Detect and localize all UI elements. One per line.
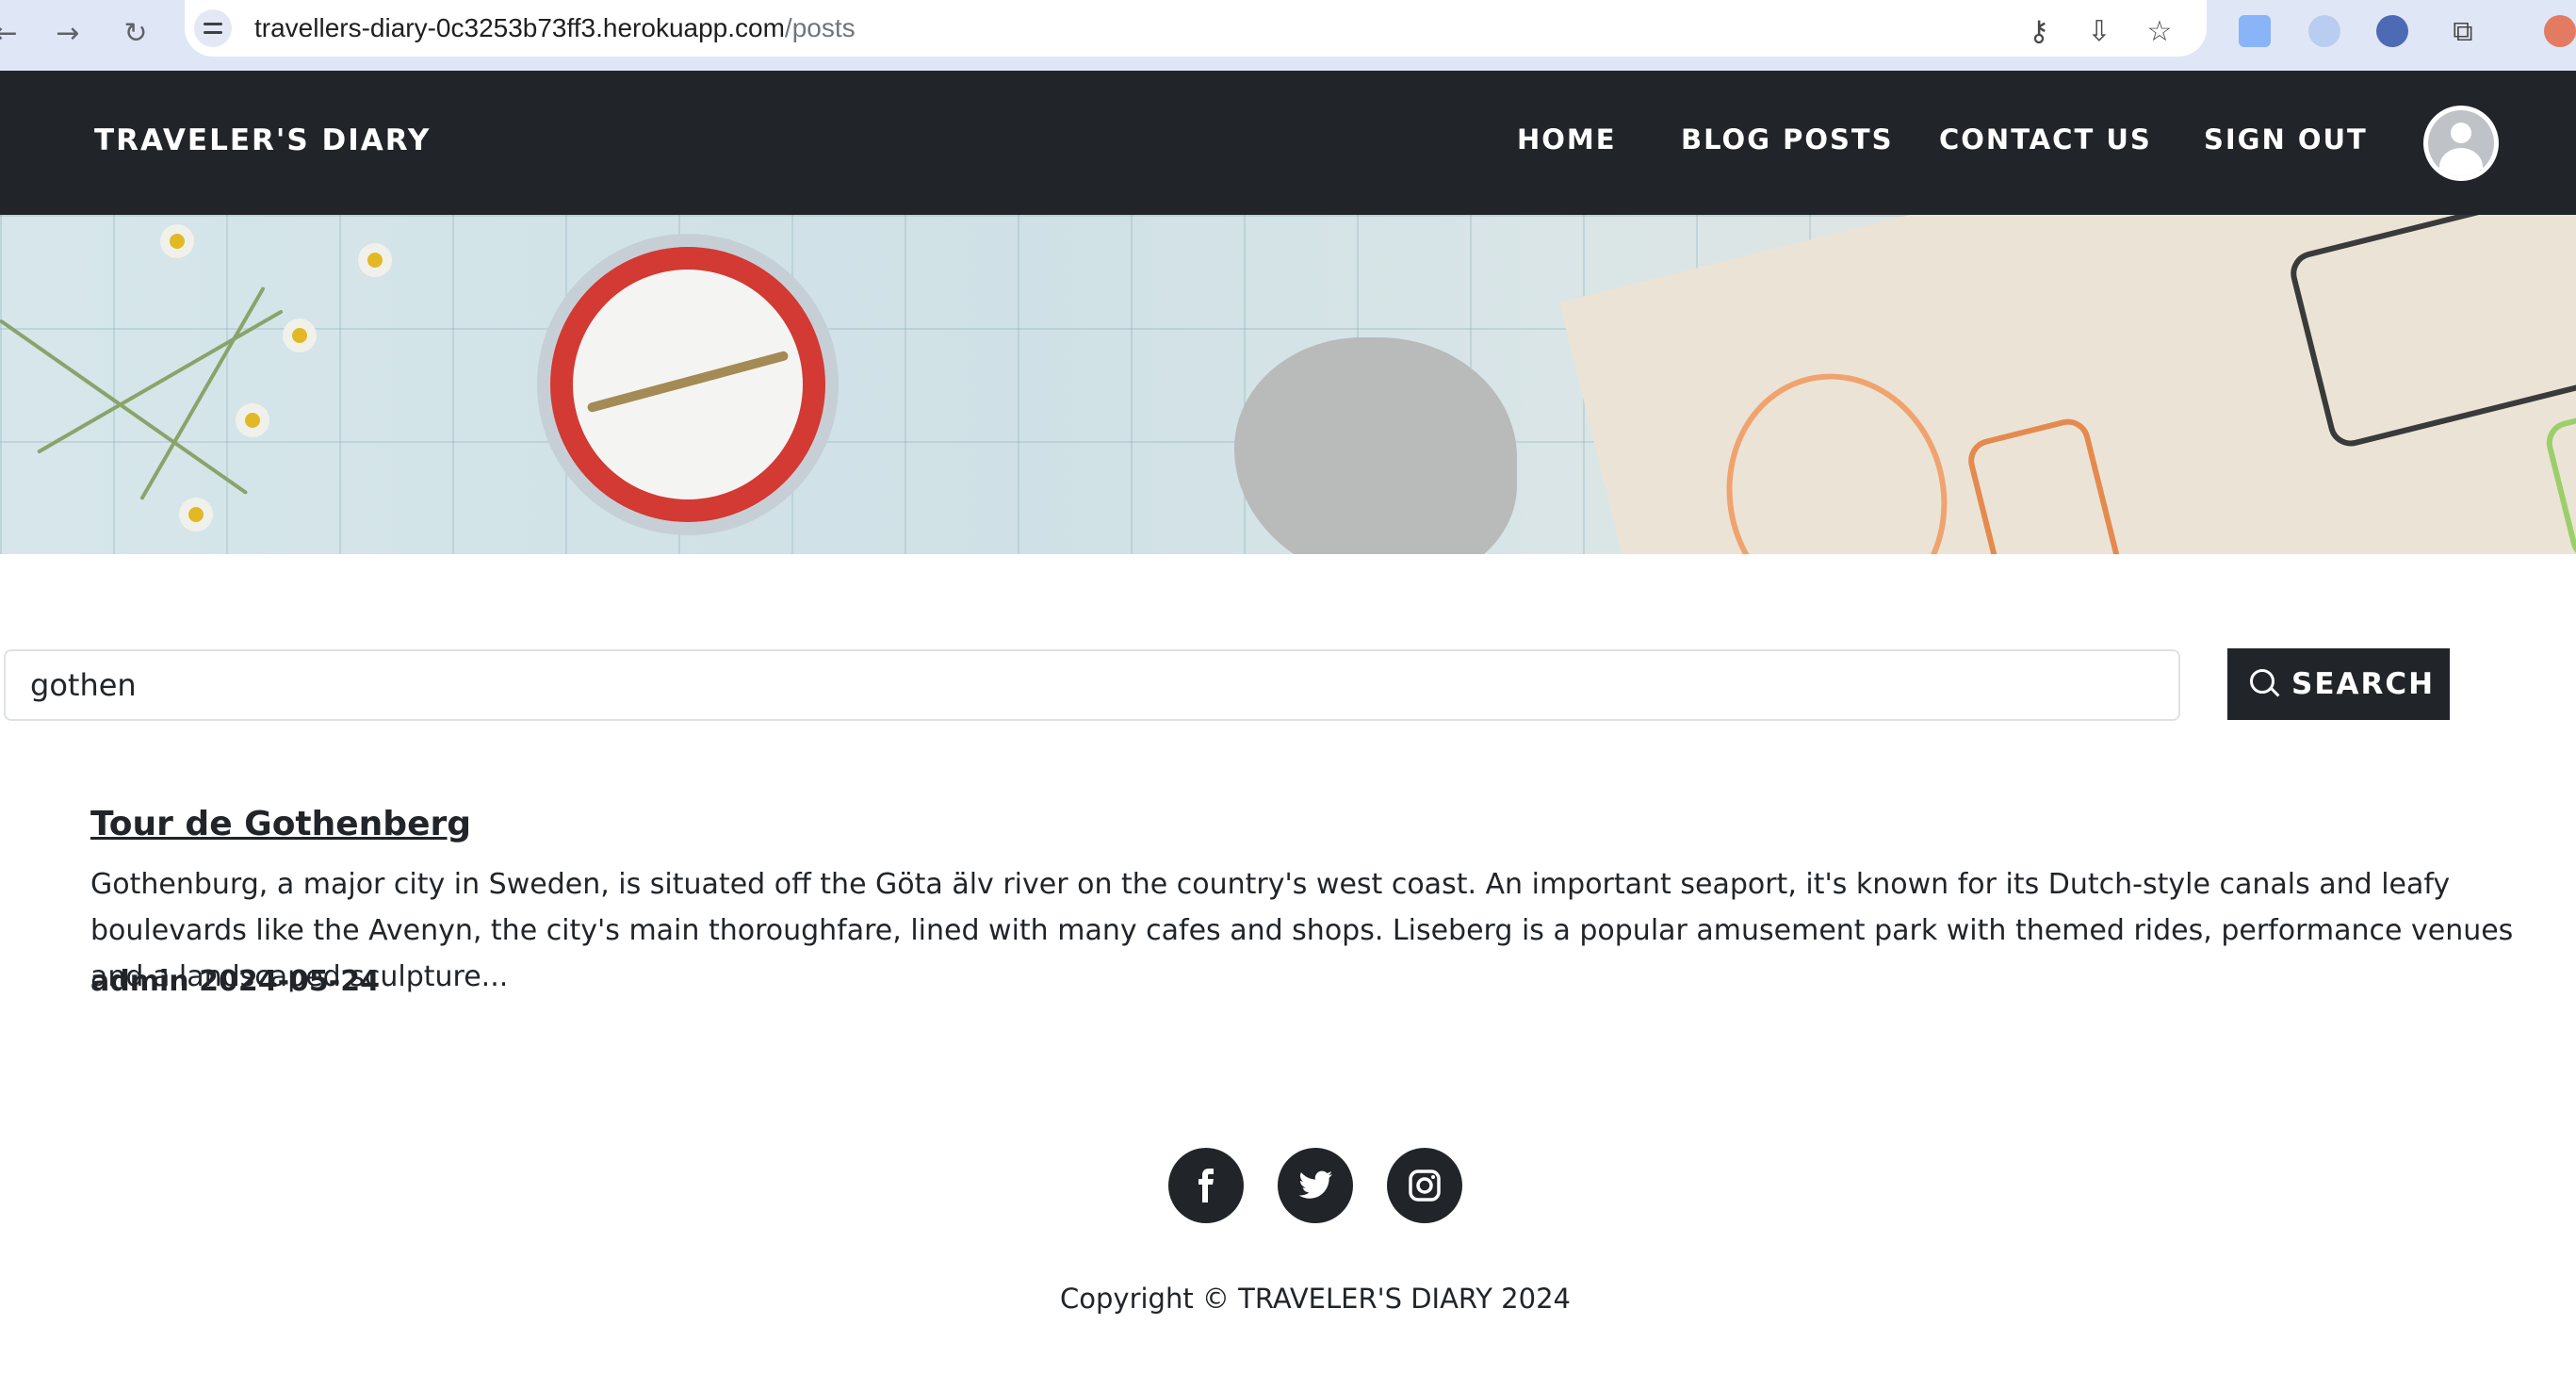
forward-icon[interactable]: → <box>49 15 87 53</box>
passport-stamps-image <box>1558 215 2576 554</box>
post-meta: admin 2024-05-24 <box>90 965 380 998</box>
url-text: travellers-diary-0c3253b73ff3.herokuapp.… <box>254 9 856 47</box>
post-author: admin <box>90 965 189 998</box>
extensions-puzzle-icon[interactable]: ⧉ <box>2442 11 2484 53</box>
password-key-icon[interactable]: ⚷ <box>2018 11 2060 53</box>
url-path: /posts <box>784 13 856 42</box>
translate-extension-icon[interactable] <box>2239 15 2271 47</box>
compass-image <box>537 234 839 535</box>
search-button[interactable]: SEARCH <box>2227 648 2450 720</box>
search-icon <box>2250 669 2274 694</box>
post-date: 2024-05-24 <box>199 965 380 998</box>
nav-blog-posts[interactable]: BLOG POSTS <box>1681 123 1894 155</box>
extension-icon[interactable] <box>2308 15 2340 47</box>
copyright-text: Copyright © TRAVELER'S DIARY 2024 <box>1060 1283 1571 1315</box>
search-input[interactable] <box>4 649 2180 721</box>
post-excerpt: Gothenburg, a major city in Sweden, is s… <box>90 868 2514 993</box>
post-title-link[interactable]: Tour de Gothenberg <box>90 805 471 843</box>
address-bar[interactable]: travellers-diary-0c3253b73ff3.herokuapp.… <box>185 0 2207 57</box>
search-button-label: SEARCH <box>2291 667 2436 701</box>
back-icon[interactable]: ← <box>0 15 24 53</box>
extension-icon[interactable] <box>2376 15 2408 47</box>
nav-home[interactable]: HOME <box>1517 123 1617 155</box>
nav-contact-us[interactable]: CONTACT US <box>1939 123 2152 155</box>
twitter-icon[interactable] <box>1278 1148 1353 1223</box>
browser-toolbar: ← → ↻ travellers-diary-0c3253b73ff3.hero… <box>0 0 2576 71</box>
site-navbar: TRAVELER'S DIARY HOME BLOG POSTS CONTACT… <box>0 71 2576 215</box>
site-info-icon[interactable] <box>194 9 232 47</box>
bookmark-star-icon[interactable]: ☆ <box>2139 11 2180 53</box>
hero-banner <box>0 215 2576 554</box>
user-avatar-icon[interactable] <box>2423 106 2499 181</box>
site-brand[interactable]: TRAVELER'S DIARY <box>94 123 431 157</box>
url-host: travellers-diary-0c3253b73ff3.herokuapp.… <box>254 13 785 42</box>
install-app-icon[interactable]: ⇩ <box>2079 11 2120 53</box>
nav-sign-out[interactable]: SIGN OUT <box>2204 123 2368 155</box>
facebook-icon[interactable] <box>1168 1148 1244 1223</box>
reload-icon[interactable]: ↻ <box>117 15 155 53</box>
instagram-icon[interactable] <box>1387 1148 1462 1223</box>
profile-icon[interactable] <box>2544 15 2576 47</box>
